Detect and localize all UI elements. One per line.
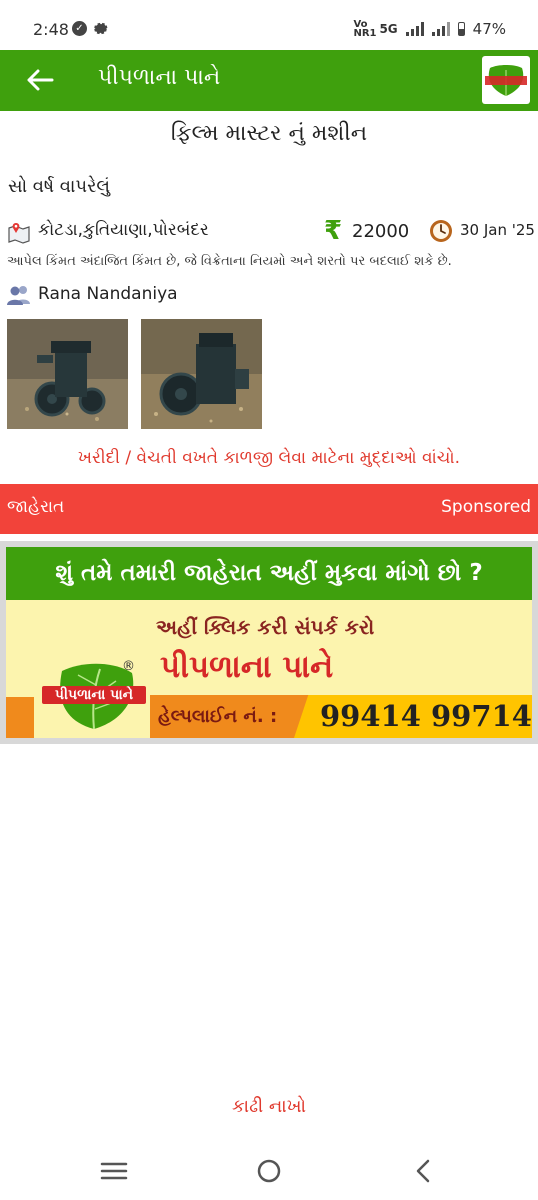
safety-tips-link[interactable]: ખરીદી / વેચતી વખતે કાળજી લેવા માટેના મુદ… bbox=[0, 448, 538, 468]
ad-brand: પીપળાના પાને bbox=[160, 649, 334, 685]
menu-lines-icon bbox=[100, 1162, 128, 1180]
user-group-icon bbox=[7, 286, 30, 305]
back-arrow-icon bbox=[27, 69, 54, 91]
price-disclaimer: આપેલ કિંમત અંદાજિત કિંમત છે, જે વિક્રેતા… bbox=[7, 254, 452, 269]
registered-mark: ® bbox=[122, 659, 135, 674]
battery-percent: 47% bbox=[472, 20, 506, 38]
sponsor-bar: જાહેરાત Sponsored bbox=[0, 484, 538, 534]
signal-icon-2 bbox=[431, 22, 450, 36]
engine-photo-icon bbox=[141, 319, 262, 429]
ad-phone-number[interactable]: 99414 99714 bbox=[320, 695, 532, 738]
map-pin-icon bbox=[8, 223, 30, 244]
listing-photo-2[interactable] bbox=[141, 319, 262, 429]
listing-location: કોટડા,કુતિયાણા,પોરબંદર bbox=[38, 220, 209, 240]
sponsored-label: Sponsored bbox=[441, 497, 531, 517]
ad-subline: અહીં ક્લિક કરી સંપર્ક કરો bbox=[156, 615, 375, 639]
status-time: 2:48 bbox=[33, 20, 69, 39]
app-bar: પીપળાના પાને bbox=[0, 50, 538, 111]
listing-description: સો વર્ષ વાપરેલું bbox=[8, 176, 111, 197]
seller-name: Rana Nandaniya bbox=[38, 284, 178, 304]
listing-price: 22000 bbox=[352, 221, 410, 242]
back-nav-button[interactable] bbox=[406, 1158, 442, 1184]
delete-button[interactable]: કાઢી નાખો bbox=[0, 1096, 538, 1117]
chevron-left-icon bbox=[416, 1159, 430, 1183]
app-logo[interactable] bbox=[482, 56, 530, 104]
network-type: 5G bbox=[379, 22, 398, 36]
ad-logo-text: પીપળાના પાને bbox=[42, 686, 146, 704]
battery-icon bbox=[457, 22, 465, 36]
clock-icon bbox=[430, 220, 452, 242]
signal-icon bbox=[405, 22, 424, 36]
listing-meta: કોટડા,કુતિયાણા,પોરબંદર ₹ 22000 30 Jan '2… bbox=[0, 216, 538, 246]
rupee-icon: ₹ bbox=[324, 216, 343, 246]
ad-label: જાહેરાત bbox=[7, 497, 65, 517]
ad-helpline-label: હેલ્પલાઈન નં. : bbox=[150, 695, 310, 738]
home-circle-icon bbox=[257, 1159, 281, 1183]
settings-icon bbox=[94, 22, 108, 35]
app-title: પીપળાના પાને bbox=[98, 65, 221, 90]
status-bar: 2:48 ✓ Vo NR1 5G 47% bbox=[0, 0, 538, 50]
leaf-logo-icon bbox=[485, 65, 527, 96]
ad-accent-strip bbox=[6, 697, 34, 738]
listing-title: ફિલ્મ માસ્ટર નું મશીન bbox=[170, 121, 368, 146]
volte-indicator: Vo NR1 bbox=[353, 19, 377, 39]
ad-headline: શું તમે તમારી જાહેરાત અહીં મુકવા માંગો છ… bbox=[6, 547, 532, 600]
listing-date: 30 Jan '25 bbox=[460, 221, 535, 239]
ad-banner[interactable]: શું તમે તમારી જાહેરાત અહીં મુકવા માંગો છ… bbox=[0, 541, 538, 744]
home-button[interactable] bbox=[251, 1158, 287, 1184]
sync-icon: ✓ bbox=[72, 21, 87, 36]
engine-photo-icon bbox=[7, 319, 128, 429]
system-nav-bar bbox=[0, 1140, 538, 1200]
listing-photo-1[interactable] bbox=[7, 319, 128, 429]
recent-apps-button[interactable] bbox=[96, 1158, 132, 1184]
back-button[interactable] bbox=[22, 62, 58, 98]
